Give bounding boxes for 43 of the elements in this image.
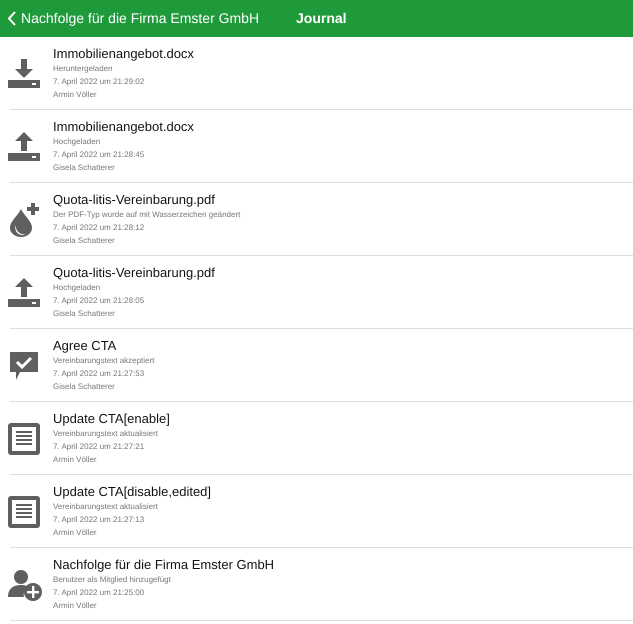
entry-time: 7. April 2022 um 21:28:05 bbox=[53, 295, 144, 307]
entry-action: Hochgeladen bbox=[53, 282, 100, 294]
entry-user: Gisela Schatterer bbox=[53, 381, 115, 393]
entry-title: Update CTA[disable,edited] bbox=[53, 483, 212, 500]
entry-title: Immobilienangebot.docx bbox=[53, 118, 194, 135]
entry-action: Der PDF-Typ wurde auf mit Wasserzeichen geändert bbox=[53, 209, 240, 221]
entry-action: Benutzer als Mitglied hinzugefügt bbox=[53, 574, 171, 586]
entry-user: Armin Völler bbox=[53, 89, 97, 101]
entry-user: Armin Völler bbox=[53, 454, 97, 466]
chat-check-icon bbox=[8, 350, 40, 382]
entry-user: Gisela Schatterer bbox=[53, 235, 115, 247]
entry-time: 7. April 2022 um 21:25:00 bbox=[53, 587, 144, 599]
entry-title: Update CTA[enable] bbox=[53, 410, 170, 427]
download-icon bbox=[8, 58, 40, 88]
back-button[interactable]: Nachfolge für die Firma Emster GmbH bbox=[0, 0, 260, 37]
page-title: Journal bbox=[296, 9, 347, 28]
entry-action: Hochgeladen bbox=[53, 136, 100, 148]
entry-time: 7. April 2022 um 21:27:13 bbox=[53, 514, 144, 526]
entry-action: Vereinbarungstext aktualisiert bbox=[53, 501, 158, 513]
document-icon bbox=[8, 422, 40, 454]
entry-time: 7. April 2022 um 21:27:21 bbox=[53, 441, 144, 453]
entry-user: Gisela Schatterer bbox=[53, 162, 115, 174]
entry-time: 7. April 2022 um 21:29:02 bbox=[53, 76, 144, 88]
entry-title: Immobilienangebot.docx bbox=[53, 45, 194, 62]
entry-user: Gisela Schatterer bbox=[53, 308, 115, 320]
entry-title: Agree CTA bbox=[53, 337, 116, 354]
entry-title: Nachfolge für die Firma Emster GmbH bbox=[53, 556, 274, 573]
upload-icon bbox=[8, 132, 40, 162]
drop-plus-icon bbox=[8, 202, 40, 236]
entry-action: Vereinbarungstext aktualisiert bbox=[53, 428, 158, 440]
document-icon bbox=[8, 496, 40, 528]
entry-user: Armin Völler bbox=[53, 527, 97, 539]
entry-time: 7. April 2022 um 21:28:45 bbox=[53, 149, 144, 161]
entry-time: 7. April 2022 um 21:28:12 bbox=[53, 222, 144, 234]
add-user-icon bbox=[8, 568, 42, 600]
entry-time: 7. April 2022 um 21:27:53 bbox=[53, 368, 144, 380]
back-icon bbox=[7, 11, 16, 26]
entry-title: Quota-litis-Vereinbarung.pdf bbox=[53, 264, 215, 281]
entry-user: Armin Völler bbox=[53, 600, 97, 612]
entry-action: Heruntergeladen bbox=[53, 63, 113, 75]
entry-title: Quota-litis-Vereinbarung.pdf bbox=[53, 191, 215, 208]
upload-icon bbox=[8, 278, 40, 308]
entry-action: Vereinbarungstext akzeptiert bbox=[53, 355, 154, 367]
